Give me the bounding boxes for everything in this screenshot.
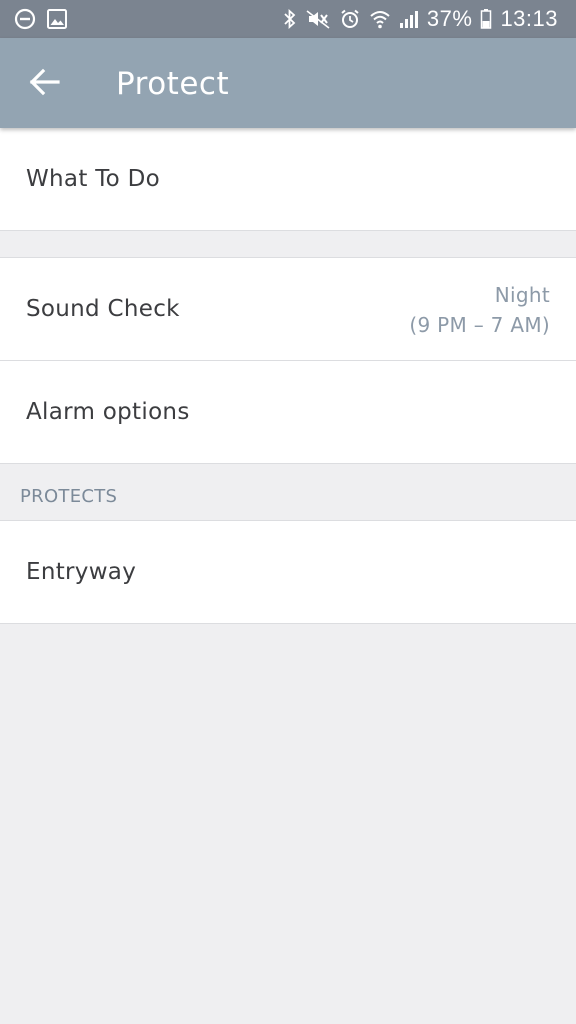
bluetooth-icon <box>283 8 297 30</box>
page-title: Protect <box>116 66 230 102</box>
gallery-icon <box>46 8 68 34</box>
signal-icon <box>399 8 419 30</box>
section-divider <box>0 231 576 258</box>
alarm-icon <box>339 8 361 30</box>
back-button[interactable] <box>22 62 66 106</box>
what-to-do-row[interactable]: What To Do <box>0 128 576 231</box>
sound-check-label: Sound Check <box>26 296 180 322</box>
app-bar: Protect <box>0 38 576 128</box>
battery-percent: 37% <box>426 6 473 31</box>
sound-check-schedule-hours: (9 PM – 7 AM) <box>409 313 550 337</box>
do-not-disturb-icon <box>14 8 36 34</box>
settings-list: What To Do Sound Check Night (9 PM – 7 A… <box>0 128 576 624</box>
protects-header-label: PROTECTS <box>20 486 118 507</box>
clock: 13:13 <box>500 6 558 31</box>
status-right-icons: 37% 13:13 <box>283 4 558 34</box>
protect-device-label: Entryway <box>26 559 137 585</box>
sound-check-schedule: Night (9 PM – 7 AM) <box>409 280 550 340</box>
status-left-icons <box>14 8 68 34</box>
arrow-left-icon <box>28 68 60 100</box>
wifi-icon <box>369 8 391 30</box>
alarm-options-label: Alarm options <box>26 399 190 425</box>
protects-section-header: PROTECTS <box>0 464 576 521</box>
protect-device-row[interactable]: Entryway <box>0 521 576 624</box>
alarm-options-row[interactable]: Alarm options <box>0 361 576 464</box>
sound-check-schedule-name: Night <box>494 283 550 307</box>
status-bar: 37% 13:13 <box>0 0 576 38</box>
what-to-do-label: What To Do <box>26 166 161 192</box>
battery-icon <box>480 8 492 30</box>
mute-icon <box>305 8 331 30</box>
sound-check-row[interactable]: Sound Check Night (9 PM – 7 AM) <box>0 258 576 361</box>
